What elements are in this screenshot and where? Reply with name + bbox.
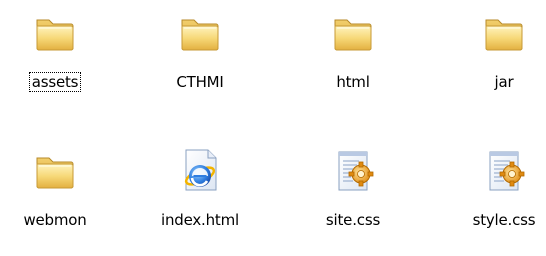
file-label: site.css bbox=[325, 211, 381, 229]
html-file-icon bbox=[176, 146, 224, 194]
file-item-jar[interactable]: jar bbox=[444, 8, 546, 118]
folder-icon bbox=[480, 8, 528, 56]
file-item-index-html[interactable]: index.html bbox=[140, 146, 260, 256]
file-label: index.html bbox=[161, 211, 239, 229]
file-label: CTHMI bbox=[176, 73, 224, 91]
file-item-webmon[interactable]: webmon bbox=[0, 146, 115, 256]
file-label: webmon bbox=[23, 211, 87, 229]
css-file-icon bbox=[329, 146, 377, 194]
folder-icon bbox=[176, 8, 224, 56]
file-item-style-css[interactable]: style.css bbox=[444, 146, 546, 256]
folder-icon bbox=[31, 8, 79, 56]
css-file-icon bbox=[480, 146, 528, 194]
file-item-assets[interactable]: assets bbox=[0, 8, 115, 118]
folder-icon bbox=[329, 8, 377, 56]
file-item-site-css[interactable]: site.css bbox=[293, 146, 413, 256]
file-label: assets bbox=[28, 72, 82, 92]
file-label: html bbox=[336, 73, 370, 91]
file-item-html[interactable]: html bbox=[293, 8, 413, 118]
file-label: style.css bbox=[472, 211, 536, 229]
file-item-CTHMI[interactable]: CTHMI bbox=[140, 8, 260, 118]
folder-icon bbox=[31, 146, 79, 194]
file-label: jar bbox=[494, 73, 514, 91]
